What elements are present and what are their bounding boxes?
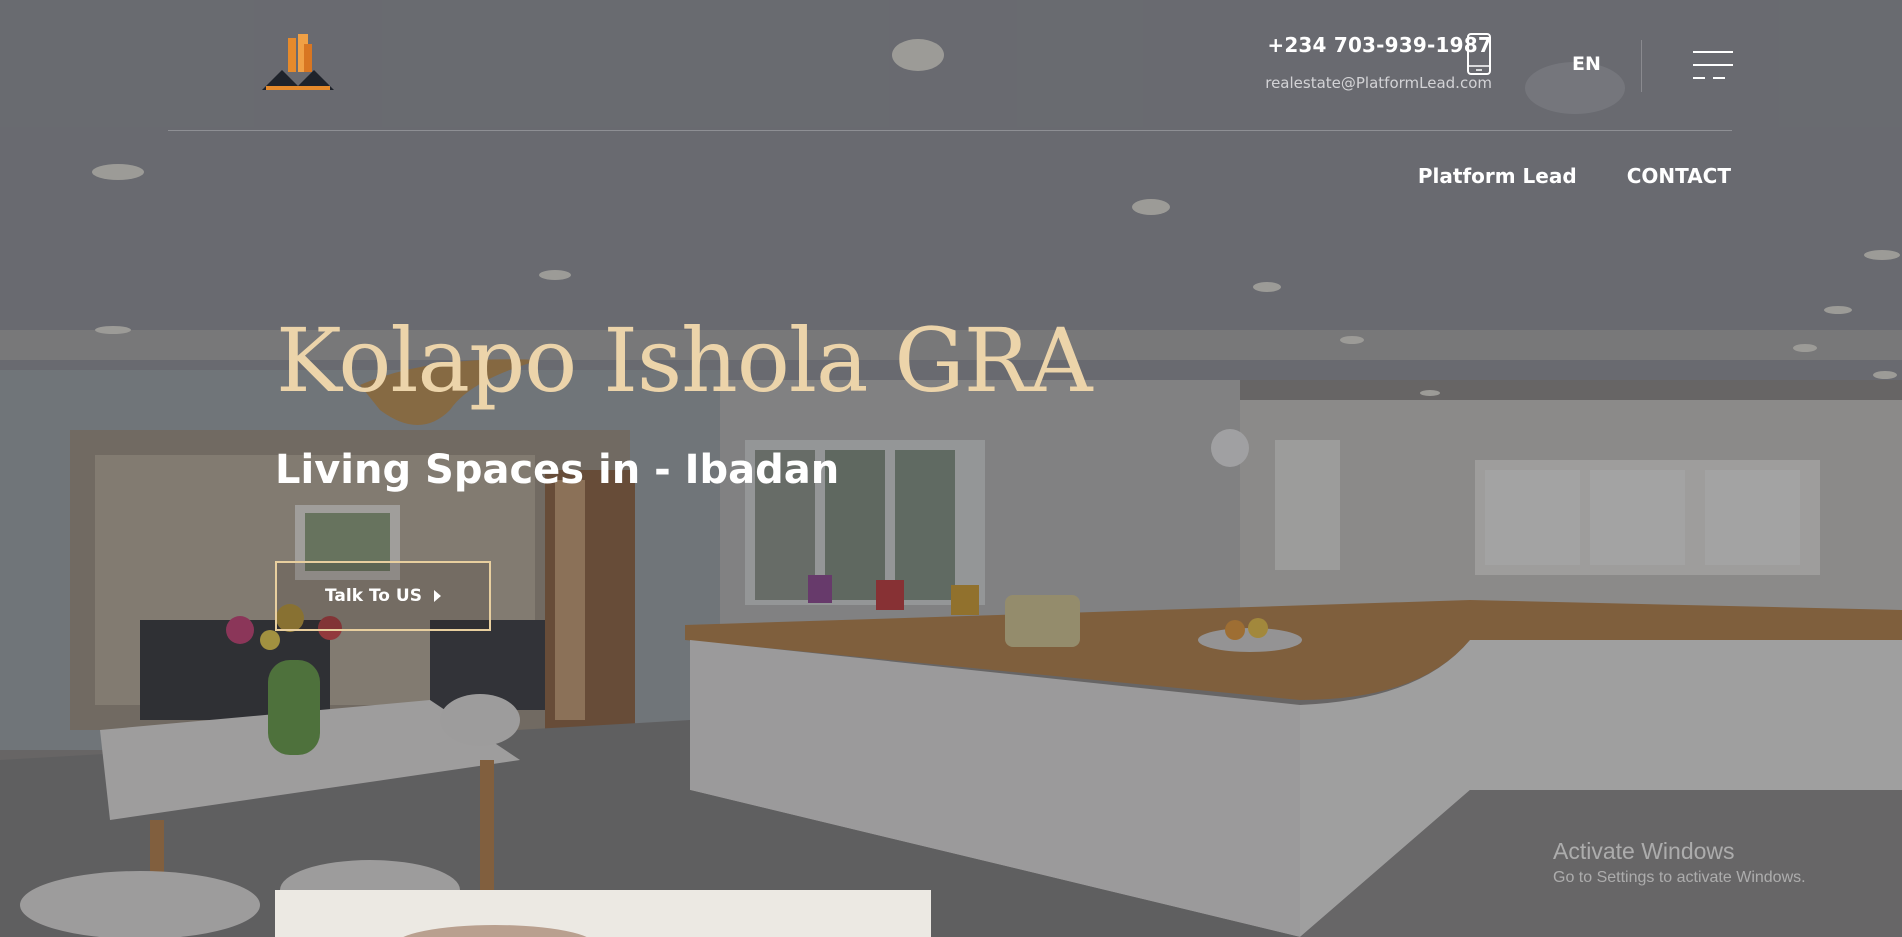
header-divider [168,130,1732,131]
hero-subtitle: Living Spaces in - Ibadan [275,447,840,493]
cta-label: Talk To US [325,586,422,606]
header-email[interactable]: realestate@PlatformLead.com [1265,74,1492,92]
windows-activation-watermark: Activate Windows Go to Settings to activ… [1553,838,1806,887]
watermark-title: Activate Windows [1553,838,1735,864]
mobile-phone-icon [1467,33,1491,75]
hero-section: +234 703-939-1987 realestate@PlatformLea… [0,0,1902,937]
talk-to-us-button[interactable]: Talk To US [275,561,491,631]
featured-card-image [395,925,595,937]
main-nav: Platform Lead CONTACT [1418,164,1731,188]
platform-lead-logo[interactable] [260,34,336,94]
featured-card [275,890,931,937]
caret-right-icon [433,590,441,602]
nav-item-contact[interactable]: CONTACT [1627,164,1731,188]
hamburger-menu-icon[interactable] [1693,50,1733,80]
nav-item-platform-lead[interactable]: Platform Lead [1418,164,1577,188]
language-selector[interactable]: EN [1572,53,1601,75]
header-contact: +234 703-939-1987 realestate@PlatformLea… [1265,33,1492,92]
hero-title: Kolapo Ishola GRA [276,309,1093,412]
watermark-subtitle: Go to Settings to activate Windows. [1553,869,1806,886]
header-vertical-divider [1641,40,1642,92]
header-phone[interactable]: +234 703-939-1987 [1265,33,1492,57]
